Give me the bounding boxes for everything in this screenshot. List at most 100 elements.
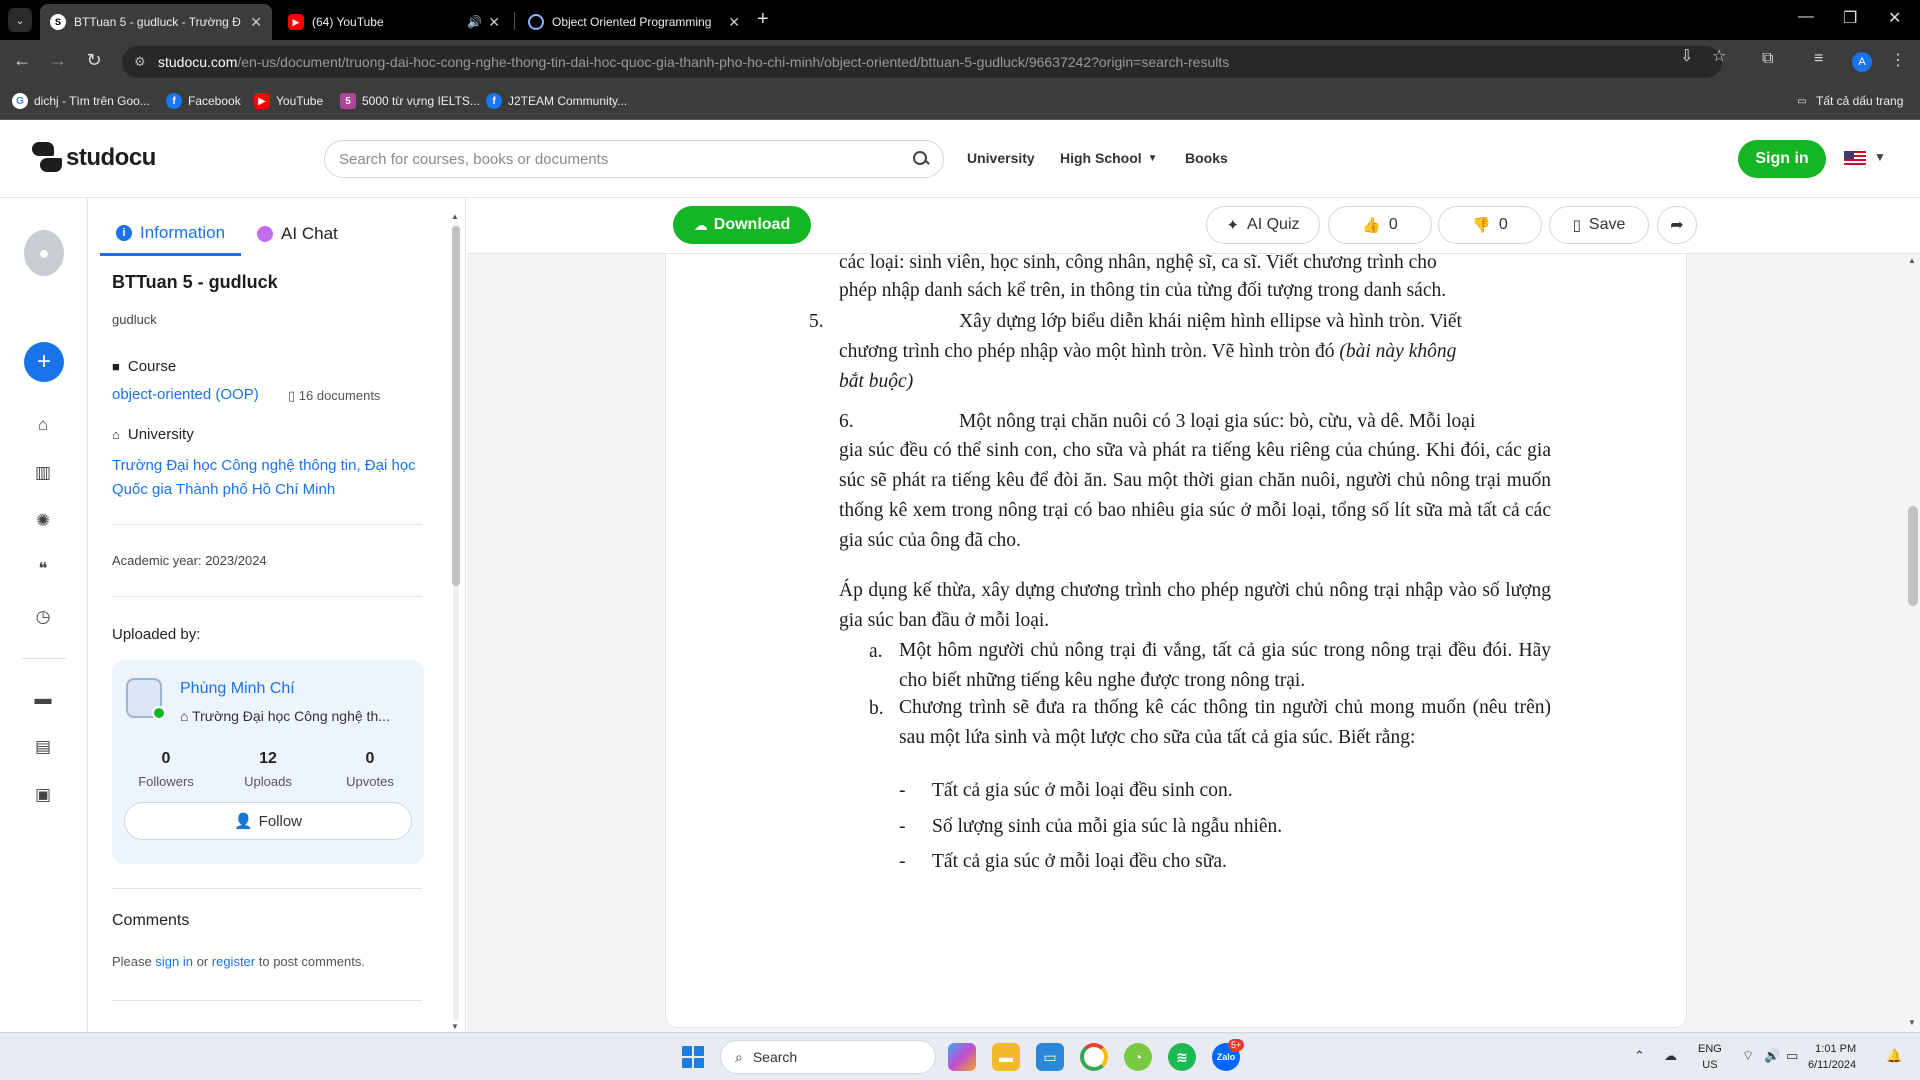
home-icon[interactable]: ⌂: [32, 414, 54, 436]
site-info-icon[interactable]: ⚙: [134, 54, 146, 70]
notifications-bell-icon[interactable]: 🔔: [1886, 1048, 1902, 1064]
close-icon[interactable]: ✕: [488, 14, 500, 31]
close-window-button[interactable]: ✕: [1888, 8, 1901, 28]
search-bar: [324, 140, 944, 178]
close-icon[interactable]: ✕: [728, 14, 740, 31]
tab-information[interactable]: i Information: [100, 212, 242, 256]
search-input[interactable]: [339, 150, 913, 168]
scroll-down-icon[interactable]: ▼: [1908, 1018, 1916, 1027]
document-scrollbar[interactable]: ▲ ▼: [1904, 254, 1920, 1032]
language-indicator[interactable]: ENG US: [1698, 1041, 1722, 1073]
bookmark-facebook[interactable]: f Facebook: [166, 93, 241, 109]
spotify-icon[interactable]: ≋: [1168, 1043, 1196, 1071]
follow-button[interactable]: 👤 Follow: [124, 802, 412, 840]
bookmark-j2team[interactable]: f J2TEAM Community...: [486, 93, 627, 109]
scrollbar-thumb[interactable]: [1908, 506, 1918, 606]
search-icon[interactable]: [913, 151, 929, 167]
uploader-name[interactable]: Phùng Minh Chí: [180, 680, 295, 698]
like-button[interactable]: 👍 0: [1328, 206, 1432, 244]
info-scrollbar[interactable]: ▲ ▼: [450, 212, 462, 1032]
nav-high-school[interactable]: High School ▼: [1060, 150, 1158, 166]
studocu-logo[interactable]: studocu: [32, 142, 156, 174]
menu-icon[interactable]: ⋮: [1890, 50, 1906, 70]
app-icon[interactable]: ◔: [1124, 1043, 1152, 1071]
share-button[interactable]: ➦: [1657, 206, 1697, 244]
history-icon[interactable]: ◷: [32, 606, 54, 628]
taskbar: ⌕ Search ▬ ▭ ◔ ≋ Zalo 5+ ⌃ ☁ ENG US ⌔ 🔊 …: [0, 1032, 1920, 1080]
scroll-up-icon[interactable]: ▲: [451, 212, 459, 221]
address-bar[interactable]: ⚙ studocu.com /en-us/document/truong-dai…: [122, 46, 1722, 78]
comments-note: Please sign in or register to post comme…: [112, 954, 365, 969]
course-document-count: ▯ 16 documents: [288, 388, 381, 403]
file-explorer-icon[interactable]: ▬: [992, 1043, 1020, 1071]
dislike-button[interactable]: 👎 0: [1438, 206, 1542, 244]
new-tab-button[interactable]: +: [757, 8, 769, 31]
chat-icon[interactable]: ❝: [32, 558, 54, 580]
chevron-up-icon[interactable]: ⌃: [1634, 1048, 1645, 1064]
scroll-up-icon[interactable]: ▲: [1908, 256, 1916, 265]
tab-separator: [514, 12, 515, 30]
ai-icon[interactable]: ✺: [32, 510, 54, 532]
tab-search-button[interactable]: ⌄: [8, 8, 32, 32]
document-author: gudluck: [112, 312, 157, 327]
list-number: 5.: [809, 311, 824, 332]
tab-ai-chat[interactable]: AI Chat: [241, 212, 354, 256]
university-link[interactable]: Trường Đại học Công nghệ thông tin, Đại …: [112, 454, 422, 502]
download-button[interactable]: ☁ Download: [673, 206, 811, 244]
forward-button[interactable]: →: [46, 50, 70, 71]
book-icon[interactable]: ▤: [32, 736, 54, 758]
bookmark-ielts[interactable]: 5 5000 từ vựng IELTS...: [340, 93, 480, 109]
search-icon: ⌕: [735, 1048, 743, 1065]
document-page: các loại: sinh viên, học sinh, công nhân…: [665, 252, 1687, 1028]
nav-university[interactable]: University: [967, 150, 1035, 166]
all-bookmarks[interactable]: ▭ Tất cả dấu trang: [1794, 93, 1903, 109]
tab-youtube[interactable]: ▶ (64) YouTube 🔊 ✕: [278, 4, 510, 40]
volume-icon[interactable]: 🔊: [1764, 1048, 1780, 1064]
minimize-button[interactable]: —: [1798, 8, 1814, 26]
bookmark-star-icon[interactable]: ☆: [1712, 46, 1726, 66]
save-button[interactable]: ▯ Save: [1549, 206, 1649, 244]
tab-oop[interactable]: Object Oriented Programming ✕: [518, 4, 750, 40]
library-icon[interactable]: ▥: [32, 462, 54, 484]
extensions-icon[interactable]: ⧉: [1762, 50, 1773, 68]
bookmark-google[interactable]: G dichj - Tìm trên Goo...: [12, 93, 150, 109]
ai-quiz-button[interactable]: ✦ AI Quiz: [1206, 206, 1320, 244]
shared-folder-icon[interactable]: ▣: [32, 784, 54, 806]
taskbar-search[interactable]: ⌕ Search: [720, 1040, 936, 1074]
install-app-icon[interactable]: ⇩: [1680, 46, 1693, 66]
bookmark-youtube[interactable]: ▶ YouTube: [254, 93, 323, 109]
sign-in-button[interactable]: Sign in: [1738, 140, 1826, 178]
media-controls-icon[interactable]: ≡: [1814, 50, 1823, 68]
profile-avatar[interactable]: A: [1852, 52, 1872, 72]
battery-icon[interactable]: ▭: [1786, 1048, 1798, 1064]
speaker-icon[interactable]: 🔊: [467, 15, 482, 29]
nav-books[interactable]: Books: [1185, 150, 1228, 166]
chevron-down-icon[interactable]: ▼: [1874, 150, 1886, 164]
doc-paragraph: Một hôm người chủ nông trại đi vắng, tất…: [899, 640, 1551, 691]
uploader-avatar[interactable]: [126, 678, 166, 720]
scroll-down-icon[interactable]: ▼: [451, 1022, 459, 1031]
back-button[interactable]: ←: [10, 50, 34, 71]
folder-icon[interactable]: ▬: [32, 688, 54, 710]
tab-studocu[interactable]: S BTTuan 5 - gudluck - Trường Đ ✕: [40, 4, 272, 40]
monitor-app-icon[interactable]: ▭: [1036, 1043, 1064, 1071]
us-flag-icon[interactable]: [1844, 151, 1866, 166]
chrome-icon[interactable]: [1080, 1043, 1108, 1071]
copilot-icon[interactable]: [948, 1043, 976, 1071]
scrollbar-thumb[interactable]: [452, 226, 460, 586]
network-app-icon[interactable]: ☁: [1664, 1048, 1677, 1064]
restore-button[interactable]: ❐: [1843, 8, 1857, 28]
windows-start-icon[interactable]: [682, 1046, 704, 1068]
register-link[interactable]: register: [212, 954, 255, 969]
divider: [112, 888, 422, 889]
wifi-icon[interactable]: ⌔: [1742, 1048, 1754, 1064]
uploaded-by-label: Uploaded by:: [112, 626, 201, 643]
user-avatar[interactable]: ●: [24, 230, 64, 276]
document-icon: ▯: [288, 388, 299, 403]
clock[interactable]: 1:01 PM 6/11/2024: [1808, 1041, 1856, 1073]
sign-in-link[interactable]: sign in: [155, 954, 193, 969]
course-link[interactable]: object-oriented (OOP): [112, 386, 259, 403]
upload-button[interactable]: +: [24, 342, 64, 382]
close-icon[interactable]: ✕: [250, 14, 262, 31]
reload-button[interactable]: ↻: [82, 50, 106, 71]
